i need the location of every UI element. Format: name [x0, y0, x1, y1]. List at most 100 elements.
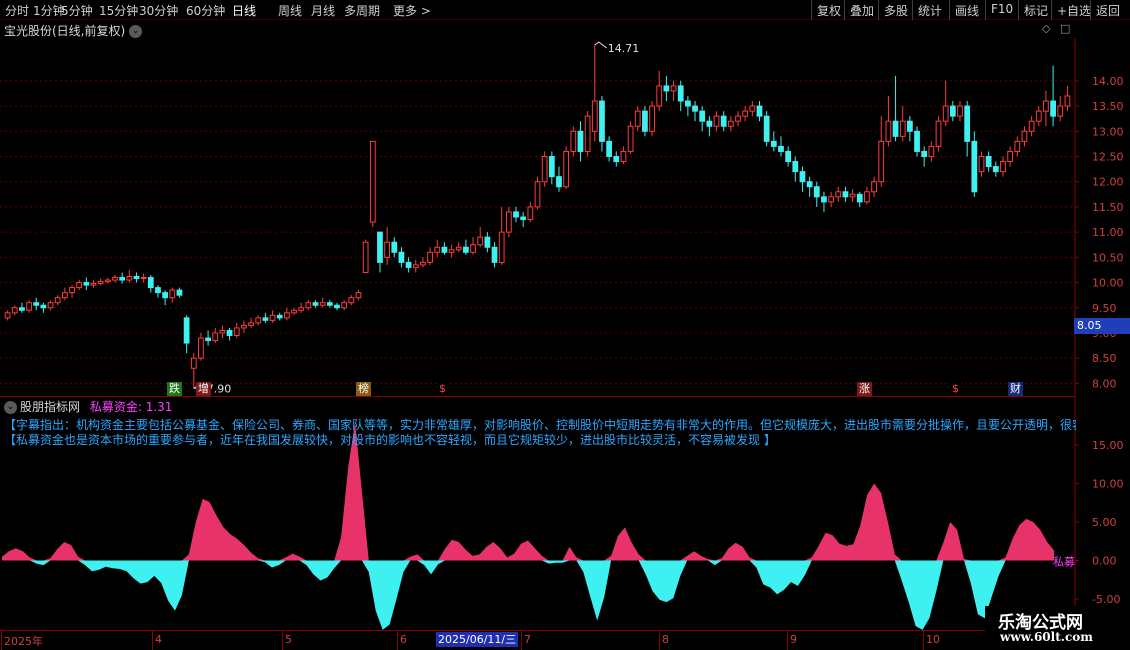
- event-tag[interactable]: 涨: [857, 382, 872, 396]
- candle[interactable]: [477, 227, 484, 248]
- candle[interactable]: [126, 269, 133, 283]
- candle[interactable]: [599, 95, 605, 152]
- candle[interactable]: [634, 106, 641, 132]
- candle[interactable]: [276, 312, 283, 321]
- candle[interactable]: [835, 186, 842, 202]
- candle[interactable]: [291, 307, 297, 316]
- candle[interactable]: [162, 290, 169, 306]
- candle[interactable]: [685, 95, 691, 117]
- candle[interactable]: [484, 232, 491, 253]
- action-button-8[interactable]: 返回: [1096, 2, 1120, 19]
- candle[interactable]: [305, 300, 312, 311]
- candle[interactable]: [656, 70, 663, 112]
- candle[interactable]: [384, 227, 390, 265]
- candle[interactable]: [935, 116, 942, 152]
- candle[interactable]: [1043, 90, 1049, 127]
- candle[interactable]: [842, 186, 849, 202]
- candle[interactable]: [720, 111, 727, 132]
- candle[interactable]: [441, 242, 448, 255]
- candle[interactable]: [949, 101, 956, 122]
- candle[interactable]: [799, 166, 806, 192]
- candle[interactable]: [69, 285, 75, 298]
- action-button-6[interactable]: 标记: [1024, 2, 1048, 19]
- candle[interactable]: [821, 191, 827, 212]
- period-tab-3[interactable]: 15分钟: [99, 2, 138, 19]
- candle[interactable]: [241, 320, 247, 333]
- candle[interactable]: [198, 332, 204, 361]
- candle[interactable]: [491, 242, 498, 268]
- action-button-4[interactable]: 画线: [955, 2, 979, 19]
- candle[interactable]: [742, 106, 749, 122]
- candle[interactable]: [806, 176, 813, 197]
- candle[interactable]: [226, 327, 233, 341]
- candle[interactable]: [942, 80, 949, 127]
- candle[interactable]: [813, 181, 820, 207]
- candle[interactable]: [985, 151, 992, 172]
- candle[interactable]: [892, 75, 899, 142]
- candle[interactable]: [140, 273, 147, 283]
- candle[interactable]: [283, 307, 290, 321]
- candle[interactable]: [4, 310, 11, 321]
- period-tab-8[interactable]: 月线: [311, 2, 335, 19]
- period-tab-0[interactable]: 分时: [5, 2, 29, 19]
- action-button-1[interactable]: 叠加: [850, 2, 874, 19]
- candle[interactable]: [377, 231, 383, 273]
- candle[interactable]: [255, 315, 262, 326]
- period-tab-6[interactable]: 日线: [232, 2, 256, 19]
- candle[interactable]: [849, 189, 856, 202]
- event-tag[interactable]: 财: [1008, 382, 1023, 396]
- candle[interactable]: [992, 161, 999, 177]
- candle[interactable]: [606, 136, 612, 162]
- candle[interactable]: [642, 106, 648, 137]
- candle[interactable]: [763, 111, 770, 147]
- candle[interactable]: [1014, 136, 1021, 157]
- candle[interactable]: [692, 101, 698, 122]
- candle[interactable]: [362, 239, 369, 273]
- candle[interactable]: [770, 131, 777, 152]
- candle[interactable]: [778, 136, 784, 157]
- candle[interactable]: [505, 206, 512, 238]
- candle[interactable]: [334, 302, 340, 311]
- candle[interactable]: [534, 176, 541, 210]
- candle[interactable]: [169, 287, 176, 303]
- candle[interactable]: [133, 272, 140, 283]
- candle[interactable]: [541, 151, 548, 187]
- period-tab-2[interactable]: 5分钟: [61, 2, 93, 19]
- candle[interactable]: [369, 140, 376, 228]
- candle[interactable]: [563, 146, 570, 190]
- candle[interactable]: [26, 300, 32, 313]
- candle[interactable]: [312, 300, 319, 308]
- candle[interactable]: [871, 176, 877, 197]
- candle[interactable]: [785, 146, 792, 167]
- candle[interactable]: [756, 101, 763, 122]
- event-tag[interactable]: $: [950, 382, 961, 396]
- candle[interactable]: [713, 111, 720, 132]
- price-chart-svg[interactable]: 14.00 13.50 13.00 12.50 12.00 11.50 11.00 10.50…: [0, 38, 1130, 396]
- candle[interactable]: [899, 106, 906, 142]
- candle[interactable]: [463, 239, 469, 255]
- candle[interactable]: [11, 305, 18, 316]
- candle[interactable]: [584, 111, 591, 157]
- candle[interactable]: [405, 257, 412, 273]
- candle[interactable]: [455, 242, 462, 253]
- candle[interactable]: [355, 290, 362, 301]
- action-button-7[interactable]: +自选: [1057, 2, 1091, 19]
- candle[interactable]: [670, 80, 677, 102]
- chevron-down-icon[interactable]: ⌄: [4, 401, 17, 414]
- candle[interactable]: [219, 325, 226, 339]
- candle[interactable]: [613, 151, 620, 167]
- candle[interactable]: [921, 146, 928, 167]
- candle[interactable]: [448, 244, 455, 258]
- candle[interactable]: [885, 95, 892, 147]
- candle[interactable]: [40, 302, 47, 313]
- candle[interactable]: [878, 116, 885, 187]
- candle[interactable]: [649, 101, 655, 137]
- candle[interactable]: [119, 272, 126, 284]
- candle[interactable]: [183, 315, 190, 354]
- diamond-icon[interactable]: ◇: [1042, 22, 1050, 35]
- candle[interactable]: [434, 239, 441, 258]
- candle[interactable]: [76, 280, 83, 291]
- candle[interactable]: [620, 146, 627, 165]
- period-tab-10[interactable]: 更多 >: [393, 2, 431, 19]
- candle[interactable]: [248, 317, 254, 328]
